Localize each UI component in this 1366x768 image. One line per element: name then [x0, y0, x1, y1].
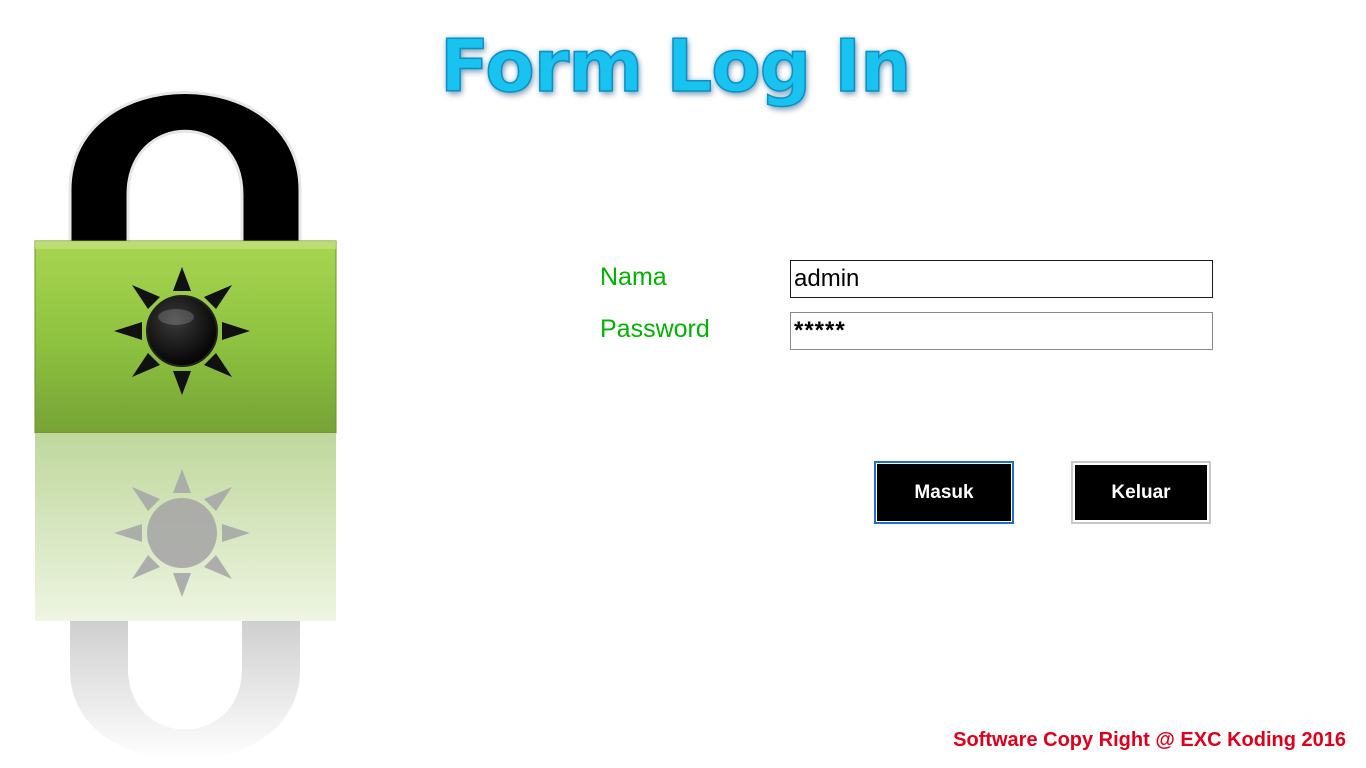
nama-label: Nama	[600, 263, 667, 291]
keluar-button[interactable]: Keluar	[1071, 461, 1211, 524]
password-label: Password	[600, 315, 710, 343]
nama-input[interactable]: admin	[790, 260, 1213, 298]
password-input[interactable]: *****	[790, 312, 1213, 350]
copyright-footer: Software Copy Right @ EXC Koding 2016	[953, 729, 1346, 751]
sun-icon	[114, 267, 250, 395]
login-window: Form Log In Nama Password admin ***** Ma…	[0, 0, 1366, 768]
padlock-icon	[34, 91, 337, 760]
page-title: Form Log In	[439, 23, 912, 109]
masuk-button[interactable]: Masuk	[874, 461, 1014, 524]
